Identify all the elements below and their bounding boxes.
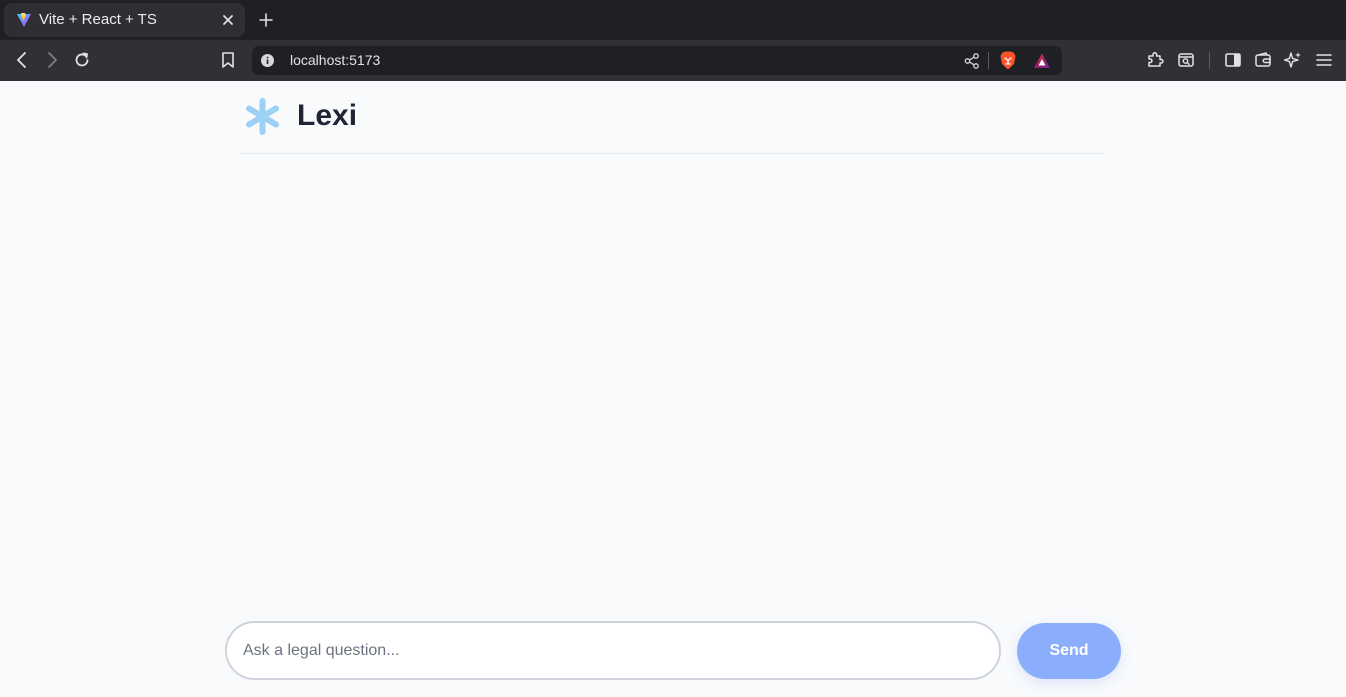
tab-strip: Vite + React + TS [0, 0, 1346, 40]
bookmark-icon[interactable] [215, 48, 241, 72]
plus-icon[interactable] [255, 9, 277, 31]
puzzle-icon[interactable] [1142, 48, 1168, 72]
info-icon[interactable] [260, 53, 275, 68]
chevron-left-icon[interactable] [9, 48, 35, 72]
vite-logo-icon [16, 12, 32, 28]
app-title: Lexi [297, 99, 358, 132]
url-text[interactable]: localhost:5173 [290, 52, 380, 68]
app-header: Lexi [240, 81, 1105, 154]
wallet-icon[interactable] [1250, 48, 1276, 72]
url-divider [988, 52, 989, 69]
hamburger-menu-icon[interactable] [1311, 48, 1337, 72]
rewards-triangle-icon[interactable] [1032, 51, 1052, 71]
send-button[interactable]: Send [1017, 623, 1121, 679]
address-bar[interactable]: localhost:5173 [252, 46, 1062, 75]
tab-active[interactable]: Vite + React + TS [4, 3, 245, 37]
close-icon[interactable] [218, 10, 238, 30]
browser-window: Vite + React + TS localhost:5173 Lexi As… [0, 0, 1346, 697]
chevron-right-icon[interactable] [39, 48, 65, 72]
share-icon[interactable] [962, 51, 982, 71]
tab-title: Vite + React + TS [39, 11, 157, 28]
brave-lion-icon[interactable] [998, 50, 1018, 71]
toolbar-divider [1209, 52, 1210, 69]
page-content: Lexi Send [0, 81, 1346, 697]
asterisk-icon [244, 97, 281, 136]
sparkle-icon[interactable] [1280, 48, 1306, 72]
tab-search-icon[interactable] [1173, 48, 1199, 72]
question-input[interactable] [225, 621, 1001, 680]
reload-icon[interactable] [69, 48, 95, 72]
sidebar-icon[interactable] [1220, 48, 1246, 72]
